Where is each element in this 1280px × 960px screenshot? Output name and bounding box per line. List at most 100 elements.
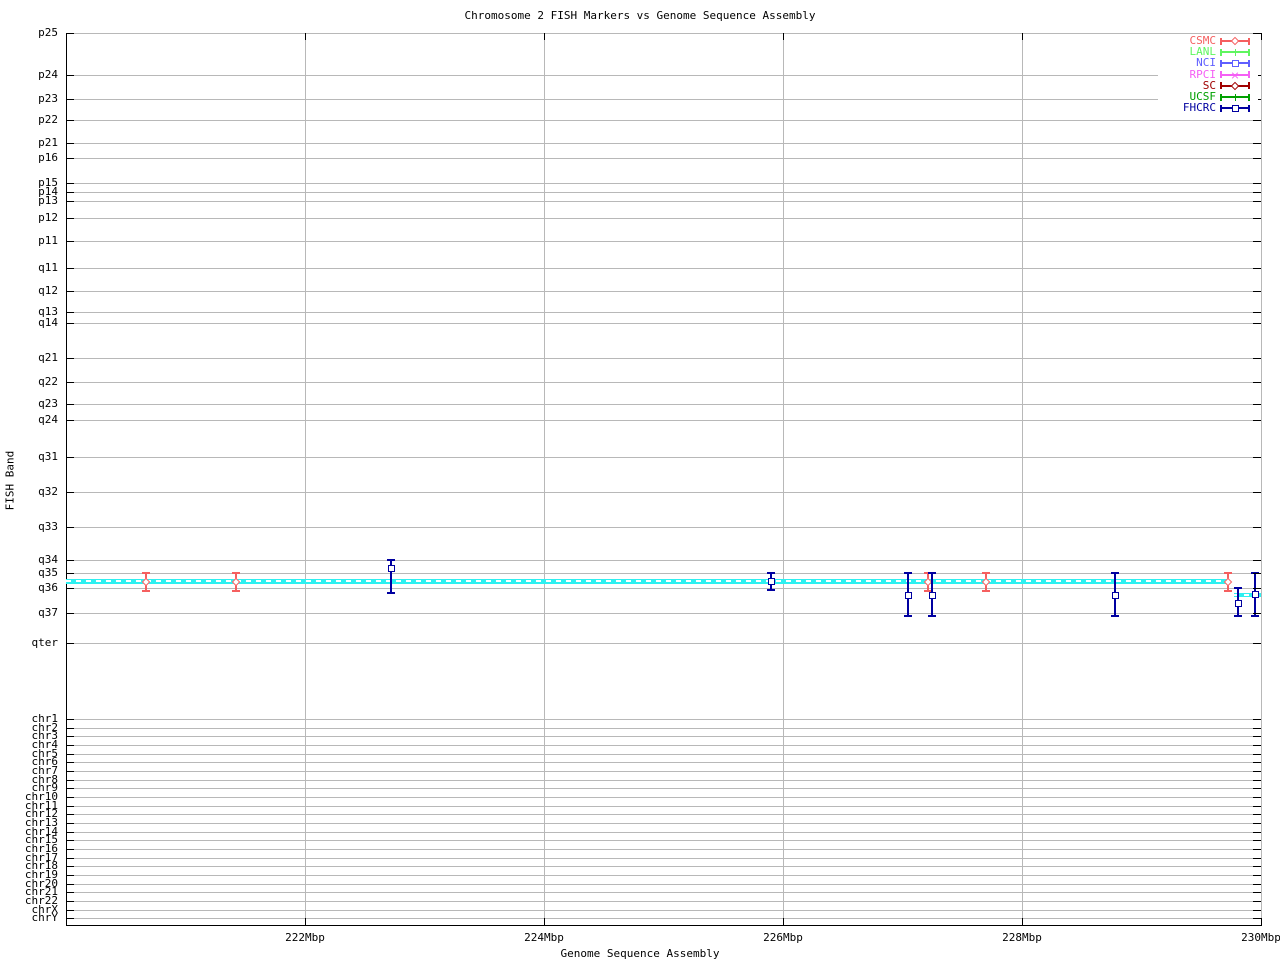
y-tick-left: [66, 183, 74, 184]
gridline-v: [544, 33, 545, 925]
gridline-h: [66, 201, 1261, 202]
y-tick-right: [1253, 192, 1261, 193]
y-tick-right: [1253, 797, 1261, 798]
y-tick-right: [1253, 183, 1261, 184]
y-tick-right: [1253, 143, 1261, 144]
y-tick-right: [1253, 382, 1261, 383]
gridline-h: [66, 291, 1261, 292]
y-tick-right: [1253, 780, 1261, 781]
y-tick-right: [1253, 404, 1261, 405]
y-tick-right: [1253, 788, 1261, 789]
legend-sample-cap: [1248, 94, 1250, 101]
marker-plus: [1235, 49, 1236, 56]
x-tick-label: 226Mbp: [753, 932, 813, 944]
y-tick-left: [66, 218, 74, 219]
y-tick-right: [1253, 745, 1261, 746]
x-axis-title: Genome Sequence Assembly: [0, 947, 1280, 960]
gridline-h: [66, 745, 1261, 746]
gridline-h: [66, 613, 1261, 614]
y-tick-left: [66, 736, 74, 737]
y-tick-label: p22: [2, 115, 58, 125]
y-tick-right: [1253, 527, 1261, 528]
y-tick-label: p25: [2, 28, 58, 38]
y-tick-right: [1253, 823, 1261, 824]
y-tick-left: [66, 745, 74, 746]
y-tick-left: [66, 918, 74, 919]
y-tick-right: [1253, 492, 1261, 493]
marker-square: [929, 592, 936, 599]
y-tick-right: [1253, 806, 1261, 807]
gridline-h: [66, 719, 1261, 720]
x-tick-bottom: [1261, 918, 1262, 925]
gridline-h: [66, 832, 1261, 833]
gridline-h: [66, 910, 1261, 911]
y-tick-right: [1253, 201, 1261, 202]
y-tick-right: [1253, 358, 1261, 359]
legend-sample-cap: [1220, 105, 1222, 112]
gridline-h: [66, 788, 1261, 789]
legend: CSMCLANLNCIRPCISCUCSFFHCRC: [1158, 34, 1258, 116]
y-tick-right: [1253, 643, 1261, 644]
gridline-h: [66, 560, 1261, 561]
y-tick-left: [66, 884, 74, 885]
gridline-v: [1261, 33, 1262, 925]
y-tick-right: [1253, 312, 1261, 313]
gridline-h: [66, 120, 1261, 121]
gridline-h: [66, 183, 1261, 184]
error-bar-cap-top: [1111, 572, 1119, 574]
y-tick-label: q35: [2, 568, 58, 578]
y-tick-left: [66, 573, 74, 574]
error-bar-cap-top: [232, 572, 240, 574]
error-bar-cap-bottom: [1111, 615, 1119, 617]
legend-sample-cap: [1248, 49, 1250, 56]
x-tick-top: [544, 33, 545, 40]
y-tick-left: [66, 806, 74, 807]
y-tick-left: [66, 901, 74, 902]
y-tick-right: [1253, 814, 1261, 815]
y-tick-label: q37: [2, 608, 58, 618]
gridline-h: [66, 771, 1261, 772]
y-tick-left: [66, 814, 74, 815]
legend-sample-cap: [1220, 82, 1222, 89]
y-tick-left: [66, 382, 74, 383]
legend-sample-cap: [1248, 60, 1250, 67]
y-tick-label: chrY: [2, 913, 58, 923]
y-tick-left: [66, 291, 74, 292]
gridline-h: [66, 866, 1261, 867]
y-tick-left: [66, 875, 74, 876]
y-tick-left: [66, 832, 74, 833]
y-tick-right: [1253, 268, 1261, 269]
y-tick-left: [66, 560, 74, 561]
y-tick-left: [66, 192, 74, 193]
gridline-h: [66, 840, 1261, 841]
gridline-h: [66, 492, 1261, 493]
gridline-h: [66, 875, 1261, 876]
error-bar-cap-top: [982, 572, 990, 574]
legend-sample-cap: [1248, 38, 1250, 45]
y-tick-left: [66, 910, 74, 911]
y-tick-left: [66, 780, 74, 781]
y-tick-right: [1253, 832, 1261, 833]
y-tick-left: [66, 866, 74, 867]
error-bar-cap-bottom: [1224, 590, 1232, 592]
x-tick-label: 224Mbp: [514, 932, 574, 944]
y-tick-label: q21: [2, 353, 58, 363]
y-tick-left: [66, 323, 74, 324]
y-tick-label: q22: [2, 377, 58, 387]
x-tick-bottom: [544, 918, 545, 925]
y-tick-left: [66, 312, 74, 313]
y-tick-right: [1253, 736, 1261, 737]
y-tick-left: [66, 99, 74, 100]
gridline-h: [66, 918, 1261, 919]
error-bar-cap-bottom: [982, 590, 990, 592]
y-tick-left: [66, 719, 74, 720]
marker-diamond: [1231, 82, 1239, 90]
legend-label-fhcrc: FHCRC: [1160, 103, 1216, 113]
y-tick-left: [66, 823, 74, 824]
plot-border: [66, 33, 1262, 926]
error-bar-cap-top: [767, 572, 775, 574]
legend-sample-cap: [1248, 71, 1250, 78]
y-tick-left: [66, 840, 74, 841]
y-tick-right: [1253, 771, 1261, 772]
gridline-h: [66, 823, 1261, 824]
